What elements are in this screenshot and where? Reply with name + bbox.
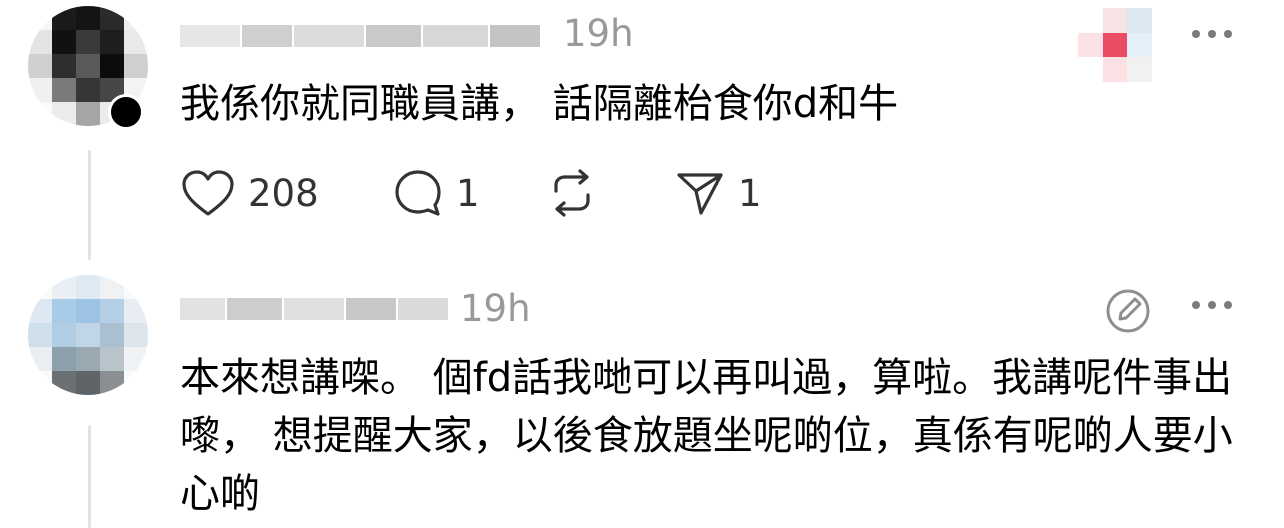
post-time: 19h — [460, 287, 531, 330]
repost-avatar[interactable] — [1078, 8, 1152, 82]
heart-icon — [182, 170, 234, 216]
share-button[interactable]: 1 — [674, 165, 762, 221]
like-button[interactable]: 208 — [180, 165, 319, 221]
reply-count: 1 — [456, 171, 480, 215]
like-count: 208 — [248, 171, 319, 215]
repost-button[interactable] — [546, 165, 598, 221]
follow-badge[interactable] — [108, 94, 144, 130]
post: 19h 本來想講㗎。 個fd話我哋可以再叫過，算啦。我講呢件事出嚟， 想提醒大家… — [0, 275, 1284, 528]
avatar[interactable] — [28, 275, 148, 395]
username-blurred[interactable] — [180, 22, 540, 50]
post-text: 我係你就同職員講， 話隔離枱食你d和牛 — [180, 81, 899, 127]
post: 19h 我係你就同職員講， 話隔離枱食你d和牛 208 1 1 — [0, 0, 1284, 270]
reply-icon — [395, 170, 441, 216]
more-icon[interactable] — [1192, 24, 1232, 44]
more-icon[interactable] — [1192, 295, 1232, 315]
reply-button[interactable]: 1 — [392, 165, 480, 221]
share-count: 1 — [738, 171, 762, 215]
thread-line — [88, 425, 91, 528]
edit-icon[interactable] — [1104, 287, 1152, 335]
post-text: 本來想講㗎。 個fd話我哋可以再叫過，算啦。我講呢件事出嚟， 想提醒大家，以後食… — [180, 355, 1233, 517]
repost-icon — [554, 169, 590, 217]
username-blurred[interactable] — [180, 295, 450, 323]
share-icon — [677, 173, 723, 215]
thread-line — [88, 150, 91, 260]
post-time: 19h — [563, 12, 634, 55]
